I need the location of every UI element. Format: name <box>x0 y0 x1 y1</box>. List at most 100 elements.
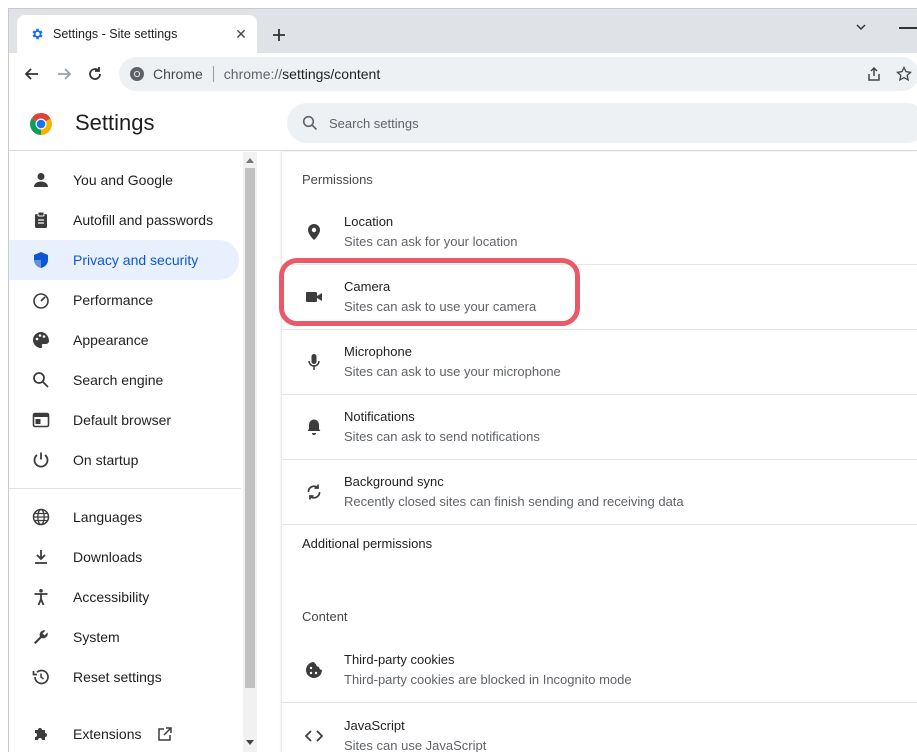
sidebar-item-autofill[interactable]: Autofill and passwords <box>9 200 239 240</box>
sidebar-item-privacy[interactable]: Privacy and security <box>9 240 239 280</box>
shield-icon <box>31 250 51 270</box>
sidebar-item-label: Privacy and security <box>73 252 199 268</box>
address-bar[interactable]: Chrome chrome://settings/content <box>119 57 917 91</box>
permission-subtitle: Recently closed sites can finish sending… <box>344 494 684 509</box>
content-row-third-party-cookies[interactable]: Third-party cookies Third-party cookies a… <box>282 638 917 703</box>
accessibility-icon <box>31 587 51 607</box>
chrome-logo-icon <box>129 66 145 82</box>
sidebar-item-label: Languages <box>73 509 143 525</box>
sidebar-item-search-engine[interactable]: Search engine <box>9 360 239 400</box>
permission-row-microphone[interactable]: Microphone Sites can ask to use your micr… <box>282 330 917 395</box>
speedometer-icon <box>31 290 51 310</box>
sidebar-item-system[interactable]: System <box>9 617 239 657</box>
download-icon <box>31 547 51 567</box>
sidebar-item-default-browser[interactable]: Default browser <box>9 400 239 440</box>
section-heading-permissions: Permissions <box>302 172 373 187</box>
gear-icon <box>29 26 45 42</box>
code-icon <box>304 726 324 746</box>
clipboard-icon <box>31 210 51 230</box>
globe-icon <box>31 507 51 527</box>
permission-subtitle: Sites can ask to send notifications <box>344 429 540 444</box>
browser-icon <box>31 410 51 430</box>
content-title: Third-party cookies <box>344 652 455 667</box>
new-tab-icon[interactable] <box>267 23 291 47</box>
tab-settings[interactable]: Settings - Site settings ✕ <box>17 15 257 53</box>
back-icon[interactable] <box>19 61 45 87</box>
reload-icon[interactable] <box>82 61 108 87</box>
share-icon[interactable] <box>859 59 889 89</box>
additional-permissions-row[interactable]: Additional permissions <box>282 525 917 585</box>
minimize-icon[interactable] <box>899 27 917 29</box>
microphone-icon <box>304 352 324 372</box>
chevron-down-icon[interactable] <box>849 15 873 39</box>
permission-title: Notifications <box>344 409 415 424</box>
person-icon <box>31 170 51 190</box>
content-row-javascript[interactable]: JavaScript Sites can use JavaScript <box>282 703 917 752</box>
sidebar-item-languages[interactable]: Languages <box>9 497 239 537</box>
permission-row-notifications[interactable]: Notifications Sites can ask to send notif… <box>282 395 917 460</box>
section-heading-content: Content <box>302 609 348 624</box>
sidebar-item-performance[interactable]: Performance <box>9 280 239 320</box>
sidebar-item-label: Extensions <box>73 726 142 742</box>
chrome-chip[interactable]: Chrome <box>129 66 203 82</box>
sidebar-item-label: Accessibility <box>73 589 150 605</box>
permission-title: Microphone <box>344 344 412 359</box>
camera-icon <box>304 287 324 307</box>
sidebar-item-label: Autofill and passwords <box>73 212 214 228</box>
tab-title: Settings - Site settings <box>53 27 178 41</box>
sidebar-item-reset-settings[interactable]: Reset settings <box>9 657 239 697</box>
sidebar-item-label: System <box>73 629 120 645</box>
sidebar-item-on-startup[interactable]: On startup <box>9 440 239 480</box>
toolbar: Chrome chrome://settings/content <box>9 53 917 95</box>
content-title: JavaScript <box>344 717 405 733</box>
omnibox-divider <box>212 66 214 82</box>
palette-icon <box>31 330 51 350</box>
sidebar: You and Google Autofill and passwords Pr… <box>9 152 243 752</box>
close-tab-icon[interactable]: ✕ <box>229 22 253 46</box>
sidebar-item-label: Search engine <box>73 372 164 388</box>
permission-row-background-sync[interactable]: Background sync Recently closed sites can… <box>282 460 917 525</box>
forward-icon[interactable] <box>51 61 77 87</box>
additional-permissions-label: Additional permissions <box>302 536 433 551</box>
sidebar-item-you-and-google[interactable]: You and Google <box>9 160 239 200</box>
sync-icon <box>304 482 324 502</box>
sidebar-divider <box>9 488 241 489</box>
chrome-logo-icon <box>29 112 53 136</box>
browser-window: Settings - Site settings ✕ Chrome chrome… <box>8 8 917 752</box>
external-link-icon <box>157 726 173 742</box>
permission-row-location[interactable]: Location Sites can ask for your location <box>282 200 917 265</box>
sidebar-item-accessibility[interactable]: Accessibility <box>9 577 239 617</box>
puzzle-icon <box>31 724 51 744</box>
sidebar-item-appearance[interactable]: Appearance <box>9 320 239 360</box>
tab-strip: Settings - Site settings ✕ <box>9 9 917 53</box>
sidebar-item-extensions[interactable]: Extensions <box>9 714 239 752</box>
sidebar-item-label: You and Google <box>73 172 173 188</box>
scroll-thumb[interactable] <box>245 168 255 688</box>
url-scheme: chrome:// <box>223 66 283 82</box>
settings-search[interactable] <box>287 103 917 143</box>
content-subtitle: Sites can use JavaScript <box>344 737 487 752</box>
sidebar-item-label: On startup <box>73 452 139 468</box>
sidebar-item-label: Appearance <box>73 332 149 348</box>
permission-title: Background sync <box>344 474 444 489</box>
cookie-icon <box>304 660 324 680</box>
page-title: Settings <box>75 110 155 135</box>
sidebar-item-label: Performance <box>73 292 154 308</box>
url-text[interactable]: chrome://settings/content <box>224 66 380 82</box>
settings-header: Settings <box>9 95 917 151</box>
permission-title: Camera <box>344 279 391 294</box>
scroll-up-arrow-icon[interactable] <box>246 156 254 164</box>
omnibox-actions <box>859 57 917 91</box>
sidebar-scrollbar[interactable] <box>243 152 257 752</box>
bookmark-star-icon[interactable] <box>889 59 917 89</box>
permission-subtitle: Sites can ask for your location <box>344 234 518 249</box>
site-settings-content: Permissions Location Sites can ask for yo… <box>282 152 917 752</box>
chip-label: Chrome <box>153 66 203 82</box>
sidebar-item-label: Downloads <box>73 549 143 565</box>
permission-row-camera[interactable]: Camera Sites can ask to use your camera <box>282 265 917 330</box>
search-input[interactable] <box>329 115 729 131</box>
scroll-down-arrow-icon[interactable] <box>246 739 254 747</box>
sidebar-item-downloads[interactable]: Downloads <box>9 537 239 577</box>
location-pin-icon <box>304 222 324 242</box>
search-icon <box>31 370 51 390</box>
